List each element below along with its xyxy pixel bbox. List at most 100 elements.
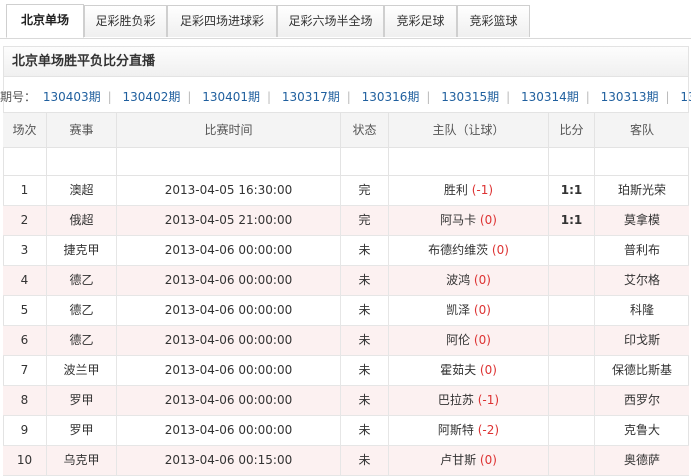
home-team-name: 霍茹夫 (440, 363, 477, 377)
status: 未 (341, 356, 389, 385)
away-team: 西罗尔 (623, 393, 660, 407)
handicap: (0) (479, 213, 497, 227)
period-link[interactable]: 130313期 (601, 90, 659, 104)
match-no: 7 (3, 356, 47, 385)
handicap: (0) (479, 363, 497, 377)
period-link[interactable]: 130401期 (202, 90, 260, 104)
score: 1:1 (549, 176, 595, 205)
period-selector: 期号： 130403期 | 130402期 | 130401期 | 130317期 | … (0, 86, 691, 108)
status: 未 (341, 326, 389, 355)
score: 1:1 (549, 206, 595, 235)
header-home: 主队（让球） (389, 113, 549, 149)
tab-jingcai-football[interactable]: 竞彩足球 (384, 5, 457, 37)
period-link[interactable]: 130316期 (362, 90, 420, 104)
score (549, 266, 595, 295)
table-row[interactable]: 2 俄超 2013-04-05 21:00:00 完 阿马卡 (0) 1:1 莫… (3, 206, 689, 236)
status: 未 (341, 236, 389, 265)
away-team: 保德比斯基 (611, 363, 672, 377)
tab-bar: 北京单场 足彩胜负彩 足彩四场进球彩 足彩六场半全场 竞彩足球 竞彩篮球 (0, 0, 691, 39)
period-link[interactable]: 130403期 (43, 90, 101, 104)
status: 未 (341, 446, 389, 475)
table-header: 场次 赛事 比赛时间 状态 主队（让球） 比分 客队 (3, 112, 689, 149)
table-row[interactable]: 4 德乙 2013-04-06 00:00:00 未 波鸿 (0) 艾尔格 (3, 266, 689, 296)
header-match-no: 场次 (3, 113, 47, 149)
home-team-name: 卢甘斯 (440, 453, 477, 467)
tab-football-win-lose[interactable]: 足彩胜负彩 (84, 5, 167, 37)
away-team: 普利布 (623, 243, 660, 257)
table-row[interactable]: 10 乌克甲 2013-04-06 00:15:00 未 卢甘斯 (0) 奥德萨 (3, 446, 689, 476)
status: 未 (341, 266, 389, 295)
tab-beijing-single[interactable]: 北京单场 (6, 4, 84, 38)
match-time: 2013-04-06 00:00:00 (117, 326, 341, 355)
home-team-name: 阿伦 (446, 333, 471, 347)
table-row[interactable]: 6 德乙 2013-04-06 00:00:00 未 阿伦 (0) 印戈斯 (3, 326, 689, 356)
header-score: 比分 (549, 113, 595, 149)
league: 捷克甲 (47, 236, 117, 265)
header-time: 比赛时间 (117, 113, 341, 149)
league: 罗甲 (47, 386, 117, 415)
tab-jingcai-basketball[interactable]: 竞彩篮球 (457, 5, 530, 37)
score (549, 356, 595, 385)
home-team-name: 布德约维茨 (428, 243, 489, 257)
tab-six-half-full[interactable]: 足彩六场半全场 (277, 5, 384, 37)
home-team: 阿马卡 (0) (389, 206, 549, 235)
score (549, 446, 595, 475)
home-team: 波鸿 (0) (389, 266, 549, 295)
league: 俄超 (47, 206, 117, 235)
away-team: 奥德萨 (623, 453, 660, 467)
score (549, 326, 595, 355)
match-no: 9 (3, 416, 47, 445)
match-time: 2013-04-06 00:00:00 (117, 236, 341, 265)
match-no: 5 (3, 296, 47, 325)
table-row[interactable]: 7 波兰甲 2013-04-06 00:00:00 未 霍茹夫 (0) 保德比斯… (3, 356, 689, 386)
status: 完 (341, 176, 389, 205)
away-team: 科隆 (629, 303, 654, 317)
period-label: 期号： (0, 90, 37, 104)
away-team: 印戈斯 (623, 333, 660, 347)
match-time: 2013-04-06 00:00:00 (117, 296, 341, 325)
score (549, 236, 595, 265)
league: 波兰甲 (47, 356, 117, 385)
score (549, 296, 595, 325)
period-link[interactable]: 130314期 (521, 90, 579, 104)
handicap: (-1) (471, 183, 494, 197)
table-row[interactable]: 3 捷克甲 2013-04-06 00:00:00 未 布德约维茨 (0) 普利… (3, 236, 689, 266)
league: 澳超 (47, 176, 117, 205)
home-team-name: 胜利 (443, 183, 468, 197)
status: 未 (341, 296, 389, 325)
match-no: 2 (3, 206, 47, 235)
period-link[interactable]: 130315期 (441, 90, 499, 104)
header-away: 客队 (629, 123, 654, 137)
table-row[interactable]: 5 德乙 2013-04-06 00:00:00 未 凯泽 (0) 科隆 (3, 296, 689, 326)
status: 完 (341, 206, 389, 235)
match-no: 8 (3, 386, 47, 415)
home-team: 阿伦 (0) (389, 326, 549, 355)
match-no: 3 (3, 236, 47, 265)
home-team-name: 波鸿 (446, 273, 471, 287)
away-team: 克鲁大 (623, 423, 660, 437)
table-row[interactable]: 1 澳超 2013-04-05 16:30:00 完 胜利 (-1) 1:1 珀… (3, 176, 689, 206)
away-team: 珀斯光荣 (617, 183, 666, 197)
league: 罗甲 (47, 416, 117, 445)
match-time: 2013-04-05 16:30:00 (117, 176, 341, 205)
home-team-name: 阿马卡 (440, 213, 477, 227)
header-status: 状态 (341, 113, 389, 149)
away-team: 艾尔格 (623, 273, 660, 287)
table-row[interactable]: 9 罗甲 2013-04-06 00:00:00 未 阿斯特 (-2) 克鲁大 (3, 416, 689, 446)
league: 乌克甲 (47, 446, 117, 475)
handicap: (0) (473, 273, 491, 287)
period-link[interactable]: 130317期 (282, 90, 340, 104)
table-row[interactable]: 8 罗甲 2013-04-06 00:00:00 未 巴拉苏 (-1) 西罗尔 (3, 386, 689, 416)
match-no: 10 (3, 446, 47, 475)
home-team: 阿斯特 (-2) (389, 416, 549, 445)
tab-four-goals[interactable]: 足彩四场进球彩 (167, 5, 277, 37)
header-league: 赛事 (47, 113, 117, 149)
period-link[interactable]: 130402期 (123, 90, 181, 104)
handicap: (0) (479, 453, 497, 467)
away-team: 莫拿模 (623, 213, 660, 227)
period-link[interactable]: 130312期 (680, 90, 691, 104)
status: 未 (341, 416, 389, 445)
panel-title: 北京单场胜平负比分直播 (4, 47, 688, 77)
table-spacer-row (3, 148, 689, 176)
score (549, 386, 595, 415)
